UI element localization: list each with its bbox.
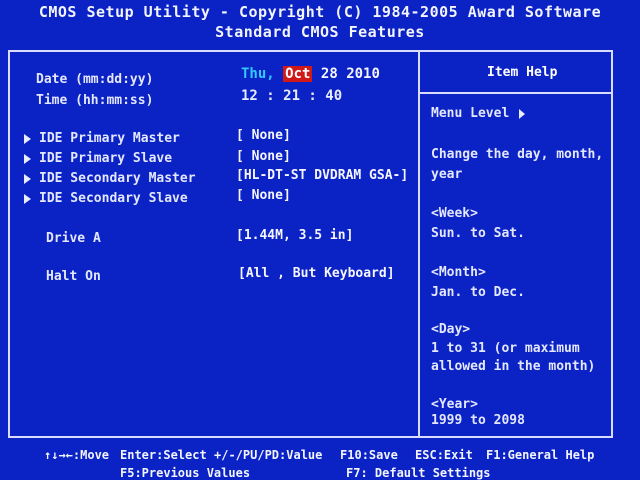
submenu-arrow-icon — [24, 193, 31, 204]
footer-general-help: F1:General Help — [486, 448, 595, 462]
footer-move: ↑↓→←:Move — [44, 448, 110, 462]
help-week-key: <Week> — [431, 206, 478, 221]
help-month-key: <Month> — [431, 265, 486, 280]
date-day[interactable]: 28 — [321, 66, 338, 82]
time-label: Time (hh:mm:ss) — [36, 93, 154, 108]
help-header-divider — [420, 92, 613, 94]
time-value[interactable]: 12 : 21 : 40 — [241, 88, 342, 104]
help-day-desc-line-2: allowed in the month) — [431, 359, 596, 374]
help-week-desc: Sun. to Sat. — [431, 226, 525, 241]
help-year-desc: 1999 to 2098 — [431, 413, 525, 428]
date-value[interactable]: Thu, Oct 28 2010 — [241, 66, 380, 82]
drive-a-value[interactable]: [1.44M, 3.5 in] — [236, 228, 353, 243]
ide-label: IDE Primary Master — [39, 131, 180, 146]
footer-default-settings: F7: Default Settings — [346, 466, 491, 480]
ide-label: IDE Secondary Slave — [39, 191, 188, 206]
ide-secondary-slave-value[interactable]: [ None] — [236, 188, 291, 203]
help-description-line-1: Change the day, month, — [431, 147, 604, 162]
footer-exit: ESC:Exit — [415, 448, 473, 462]
time-row[interactable]: Time (hh:mm:ss) — [36, 93, 153, 108]
menu-level: Menu Level — [431, 106, 526, 121]
help-description-line-2: year — [431, 167, 463, 182]
halt-on-label: Halt On — [46, 269, 101, 284]
halt-on-row[interactable]: Halt On — [46, 269, 101, 284]
help-year-key: <Year> — [431, 397, 478, 412]
submenu-arrow-icon — [24, 173, 31, 184]
footer-select: Enter:Select — [120, 448, 207, 462]
bios-screen: CMOS Setup Utility - Copyright (C) 1984-… — [0, 0, 640, 480]
date-year[interactable]: 2010 — [346, 66, 380, 82]
ide-primary-slave-row[interactable]: IDE Primary Slave — [24, 151, 172, 166]
ide-label: IDE Primary Slave — [39, 151, 173, 166]
ide-secondary-slave-row[interactable]: IDE Secondary Slave — [24, 191, 188, 206]
help-month-desc: Jan. to Dec. — [431, 285, 525, 300]
footer-previous-values: F5:Previous Values — [120, 466, 251, 480]
window-title: CMOS Setup Utility - Copyright (C) 1984-… — [38, 3, 602, 21]
menu-level-label: Menu Level — [431, 106, 510, 121]
help-day-desc-line-1: 1 to 31 (or maximum — [431, 341, 580, 356]
ide-primary-slave-value[interactable]: [ None] — [236, 149, 291, 164]
drive-a-row[interactable]: Drive A — [46, 231, 101, 246]
help-panel-title: Item Help — [487, 65, 558, 80]
help-day-key: <Day> — [431, 322, 471, 337]
date-weekday: Thu, — [241, 66, 275, 82]
menu-level-arrow-icon — [519, 108, 526, 119]
footer-value: +/-/PU/PD:Value — [214, 448, 323, 462]
page-title: Standard CMOS Features — [215, 23, 425, 41]
ide-secondary-master-row[interactable]: IDE Secondary Master — [24, 171, 196, 186]
ide-secondary-master-value[interactable]: [HL-DT-ST DVDRAM GSA-] — [236, 168, 408, 183]
submenu-arrow-icon — [24, 153, 31, 164]
panel-divider — [418, 50, 420, 438]
date-row[interactable]: Date (mm:dd:yy) — [36, 72, 153, 87]
date-month-selected[interactable]: Oct — [283, 66, 313, 82]
ide-primary-master-value[interactable]: [ None] — [236, 128, 291, 143]
submenu-arrow-icon — [24, 133, 31, 144]
drive-a-label: Drive A — [46, 231, 101, 246]
ide-primary-master-row[interactable]: IDE Primary Master — [24, 131, 180, 146]
date-label: Date (mm:dd:yy) — [36, 72, 154, 87]
halt-on-value[interactable]: [All , But Keyboard] — [238, 266, 395, 281]
arrow-keys-icon: ↑↓→← — [44, 448, 73, 462]
ide-label: IDE Secondary Master — [39, 171, 196, 186]
footer-save: F10:Save — [340, 448, 398, 462]
